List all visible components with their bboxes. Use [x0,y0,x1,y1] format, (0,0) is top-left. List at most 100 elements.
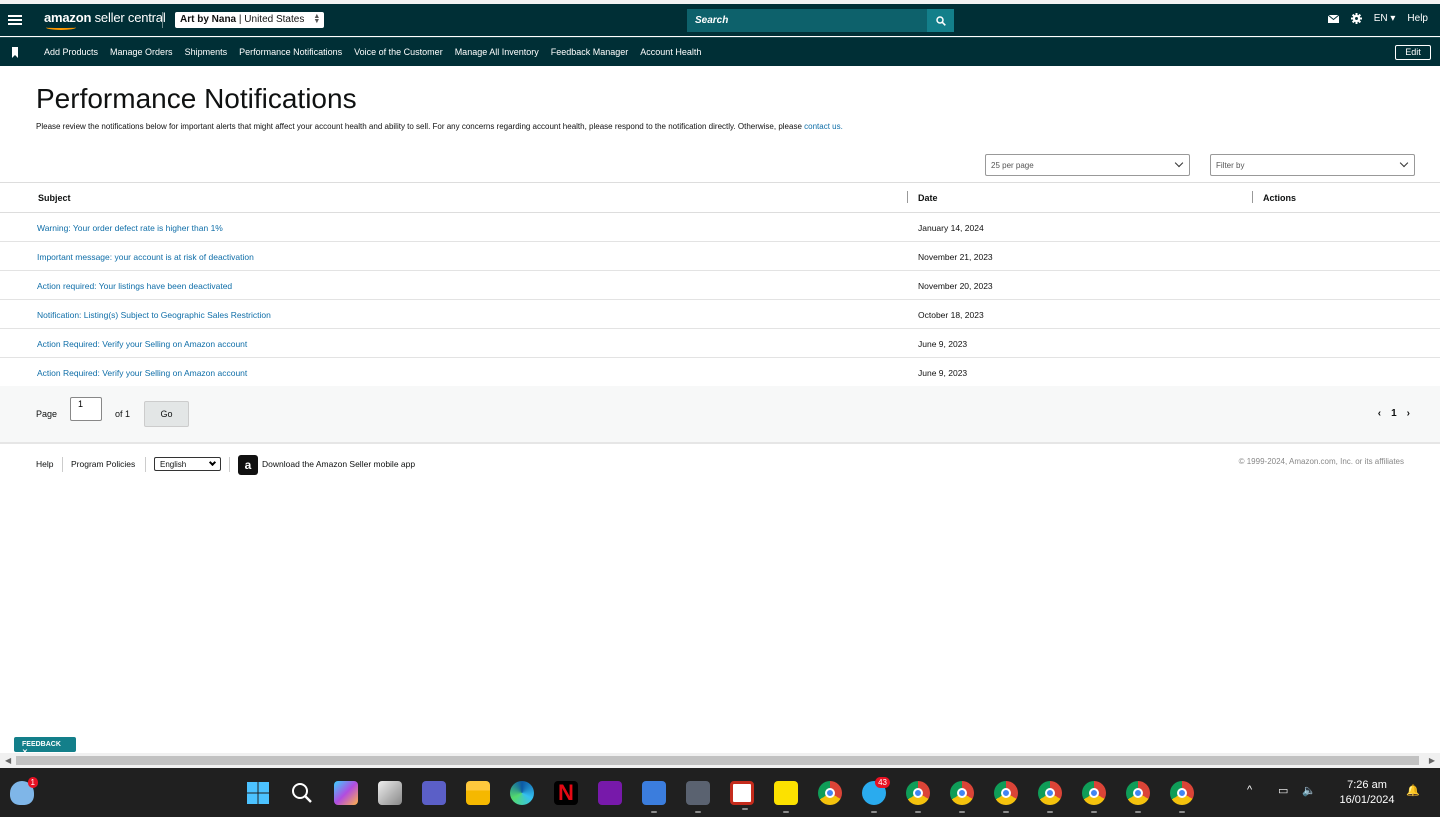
column-divider [907,191,908,203]
bookmarks-nav: Add Products Manage Orders Shipments Per… [0,37,1440,66]
top-header: amazon seller central Art by Nana | Unit… [0,0,1440,36]
notification-subject-link[interactable]: Action Required: Verify your Selling on … [37,339,247,349]
calculator-icon[interactable] [686,781,710,813]
bookmark-icon[interactable] [12,47,18,58]
page-footer: Help Program Policies English a Download… [0,455,1440,475]
amazon-app-icon[interactable]: a [238,455,258,475]
telegram-icon[interactable]: 43 [862,777,890,813]
notification-date: October 18, 2023 [918,310,984,320]
header-subject[interactable]: Subject [38,193,71,203]
notepad-icon[interactable] [642,781,666,813]
footer-divider [62,457,63,472]
system-clock[interactable]: 7:26 am 16/01/2024 [1332,778,1402,808]
nav-manage-orders[interactable]: Manage Orders [110,47,173,57]
weather-badge: 1 [27,777,38,788]
chevron-left-icon[interactable]: ‹ [1378,408,1381,419]
task-view-icon[interactable] [378,781,402,805]
table-row: Action required: Your listings have been… [0,271,1440,300]
caret-down-icon: ▾ [1390,13,1396,24]
gear-icon[interactable] [1350,13,1362,24]
telegram-badge: 43 [875,777,890,788]
horizontal-scrollbar[interactable]: ◀ ▶ [0,753,1440,768]
account-name: Art by Nana [180,14,237,25]
footer-help-link[interactable]: Help [36,459,53,469]
chrome-profile-icon[interactable] [1126,781,1150,813]
search-icon[interactable] [290,781,314,805]
chevron-down-icon [1399,158,1409,168]
seller-central-logo[interactable]: amazon seller central [44,10,166,30]
header-actions: Actions [1263,193,1297,203]
header-date[interactable]: Date [918,193,938,203]
teams-icon[interactable] [422,781,446,805]
netflix-icon[interactable]: N [554,781,578,805]
help-link[interactable]: Help [1407,13,1428,24]
notification-subject-link[interactable]: Action Required: Verify your Selling on … [37,368,247,378]
notification-subject-link[interactable]: Notification: Listing(s) Subject to Geog… [37,310,271,320]
language-selector[interactable]: EN ▾ [1374,13,1396,24]
logo-suffix: seller central [94,10,166,25]
chevron-down-icon [208,458,217,467]
notification-subject-link[interactable]: Important message: your account is at ri… [37,252,254,262]
windows-start-icon[interactable] [246,781,270,805]
feedback-button[interactable]: FEEDBACK ✕ [14,737,76,756]
scrollbar-thumb[interactable] [16,756,1419,765]
chrome-profile-icon[interactable] [950,781,974,813]
pagination-bar: Page of 1 Go ‹ 1 › [0,386,1440,444]
page-navigator: ‹ 1 › [1378,408,1410,419]
notification-date: June 9, 2023 [918,368,968,378]
contact-us-link[interactable]: contact us. [804,122,843,131]
chrome-profile-icon[interactable] [1082,781,1106,813]
account-switcher[interactable]: Art by Nana | United States ▲ ▼ [175,12,325,28]
chrome-profile-icon[interactable] [1038,781,1062,813]
onenote-icon[interactable] [598,781,622,805]
chrome-profile-icon[interactable] [906,781,930,813]
nav-manage-inventory[interactable]: Manage All Inventory [455,47,539,57]
weather-icon[interactable]: 1 [10,777,38,805]
sticky-notes-icon[interactable] [774,781,798,813]
chrome-profile-icon[interactable] [1170,781,1194,813]
menu-icon[interactable] [8,13,22,27]
nav-account-health[interactable]: Account Health [640,47,701,57]
go-button[interactable]: Go [144,401,189,427]
snipping-tool-icon[interactable] [730,781,754,810]
search-button[interactable] [927,9,954,32]
search-icon [935,15,946,26]
table-row: Warning: Your order defect rate is highe… [0,213,1440,242]
windows-taskbar: 1 N 43 ^ ▭ 🔈 7:26 am 16/01/2024 🔔 [0,768,1440,817]
page-description: Please review the notifications below fo… [36,122,843,131]
network-icon[interactable]: ▭ [1278,784,1288,833]
nav-voice-of-customer[interactable]: Voice of the Customer [354,47,443,57]
per-page-select[interactable]: 25 per page [985,154,1190,176]
scroll-right-icon[interactable]: ▶ [1429,756,1435,765]
copilot-icon[interactable] [334,781,358,805]
footer-language-select[interactable]: English [154,457,221,471]
description-text: Please review the notifications below fo… [36,122,802,131]
notifications-table: Subject Date Actions Warning: Your order… [0,182,1440,388]
notification-subject-link[interactable]: Action required: Your listings have been… [37,281,232,291]
download-app-link[interactable]: Download the Amazon Seller mobile app [262,459,415,469]
notifications-icon[interactable]: 🔔 [1406,784,1420,833]
search-input[interactable]: Search [687,9,927,32]
mail-icon[interactable] [1327,14,1339,23]
page-number-input[interactable] [70,397,102,421]
nav-feedback-manager[interactable]: Feedback Manager [551,47,629,57]
tray-chevron-up-icon[interactable]: ^ [1247,784,1252,833]
nav-performance-notifications[interactable]: Performance Notifications [239,47,342,57]
nav-shipments[interactable]: Shipments [185,47,228,57]
page-label: Page [36,409,58,419]
filter-select[interactable]: Filter by [1210,154,1415,176]
file-explorer-icon[interactable] [466,781,490,805]
notification-subject-link[interactable]: Warning: Your order defect rate is highe… [37,223,223,233]
scroll-left-icon[interactable]: ◀ [5,756,11,765]
current-page[interactable]: 1 [1391,408,1397,419]
volume-icon[interactable]: 🔈 [1302,784,1316,833]
edge-icon[interactable] [510,781,534,805]
program-policies-link[interactable]: Program Policies [71,459,135,469]
edit-button[interactable]: Edit [1395,45,1431,60]
table-row: Notification: Listing(s) Subject to Geog… [0,300,1440,329]
nav-add-products[interactable]: Add Products [44,47,98,57]
chrome-icon[interactable] [818,781,842,805]
table-header: Subject Date Actions [0,183,1440,213]
chrome-profile-icon[interactable] [994,781,1018,813]
chevron-right-icon[interactable]: › [1407,408,1410,419]
